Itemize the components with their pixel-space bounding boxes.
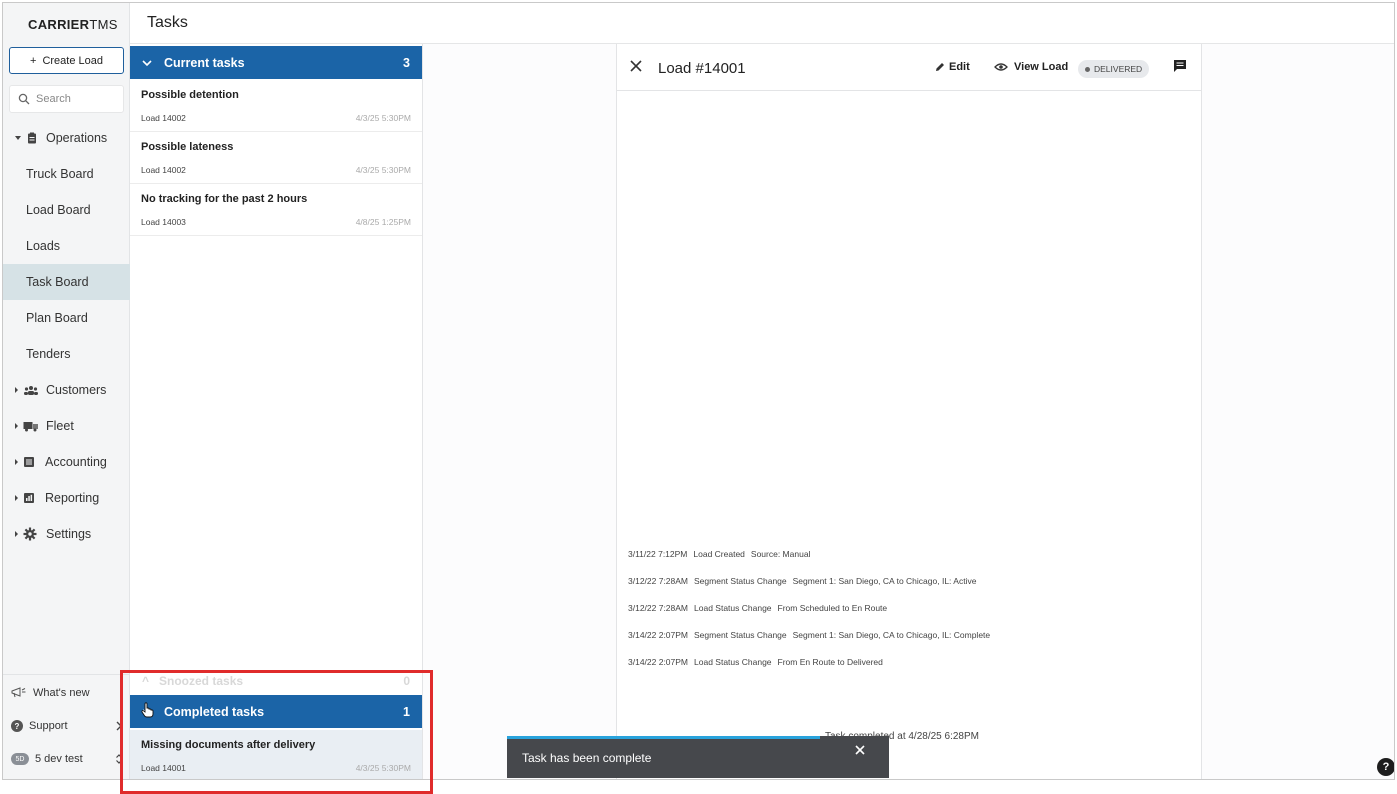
caret-right-icon bbox=[15, 423, 18, 429]
sidebar-divider bbox=[3, 674, 130, 675]
content-background bbox=[1201, 44, 1394, 779]
load-detail-panel: Load #14001 Edit View Load DELIVERED 3/1… bbox=[616, 44, 1202, 779]
history-row: 3/12/22 7:28AM Segment Status Change Segme… bbox=[628, 576, 977, 586]
sidebar-group-customers[interactable]: Customers bbox=[3, 372, 130, 408]
task-item[interactable]: No tracking for the past 2 hours Load 14… bbox=[130, 184, 422, 236]
task-item[interactable]: Possible lateness Load 14002 4/3/25 5:30… bbox=[130, 132, 422, 184]
status-badge: DELIVERED bbox=[1078, 60, 1150, 78]
help-circle-icon: ? bbox=[11, 720, 23, 732]
sidebar-item-plan-board[interactable]: Plan Board bbox=[3, 300, 130, 336]
caret-right-icon bbox=[15, 531, 18, 537]
comment-icon[interactable] bbox=[1172, 58, 1188, 74]
sidebar-item-load-board[interactable]: Load Board bbox=[3, 192, 130, 228]
app-window: CARRIERTMS + Create Load Search Operatio… bbox=[2, 2, 1395, 780]
load-title: Load #14001 bbox=[658, 60, 746, 77]
search-input[interactable]: Search bbox=[9, 85, 124, 113]
plus-icon: + bbox=[30, 54, 37, 67]
content-background bbox=[423, 44, 616, 779]
status-dot-icon bbox=[1085, 66, 1090, 72]
toast-notification: Task has been complete bbox=[507, 736, 889, 778]
toast-progress-bar bbox=[507, 736, 821, 739]
sidebar-group-accounting[interactable]: Accounting bbox=[3, 444, 130, 480]
logo: CARRIERTMS bbox=[28, 17, 118, 32]
chevron-right-icon bbox=[116, 721, 122, 731]
snoozed-tasks-header[interactable]: ^ Snoozed tasks 0 bbox=[130, 670, 422, 692]
sidebar-group-settings[interactable]: Settings bbox=[3, 516, 130, 552]
hand-cursor-icon bbox=[141, 702, 154, 718]
toast-message: Task has been complete bbox=[522, 751, 652, 765]
completed-task-item[interactable]: Missing documents after delivery Load 14… bbox=[130, 730, 422, 779]
user-menu[interactable]: 5D 5 dev test bbox=[11, 748, 123, 770]
help-button[interactable]: ? bbox=[1377, 758, 1394, 776]
caret-right-icon bbox=[15, 387, 18, 393]
ledger-icon bbox=[24, 457, 34, 467]
caret-right-icon bbox=[15, 495, 18, 501]
megaphone-icon bbox=[11, 687, 26, 698]
current-tasks-header[interactable]: Current tasks 3 bbox=[130, 46, 422, 79]
task-item[interactable]: Possible detention Load 14002 4/3/25 5:3… bbox=[130, 80, 422, 132]
caret-down-icon bbox=[15, 136, 21, 140]
sidebar-group-fleet[interactable]: Fleet bbox=[3, 408, 130, 444]
chevron-down-icon bbox=[142, 59, 152, 66]
sidebar-item-task-board[interactable]: Task Board bbox=[3, 264, 130, 300]
chevron-updown-icon bbox=[116, 754, 122, 764]
create-load-button[interactable]: + Create Load bbox=[9, 47, 124, 74]
sidebar-item-truck-board[interactable]: Truck Board bbox=[3, 156, 130, 192]
chevron-up-icon: ^ bbox=[142, 674, 150, 688]
truck-icon bbox=[23, 422, 38, 432]
eye-icon bbox=[994, 63, 1008, 71]
history-row: 3/11/22 7:12PM Load Created Source: Manual bbox=[628, 549, 811, 559]
sidebar-group-reporting[interactable]: Reporting bbox=[3, 480, 130, 516]
sidebar-group-operations[interactable]: Operations bbox=[3, 120, 130, 156]
completed-tasks-count: 1 bbox=[403, 704, 410, 719]
search-icon bbox=[18, 93, 30, 105]
history-row: 3/14/22 2:07PM Segment Status Change Segme… bbox=[628, 630, 991, 640]
history-row: 3/12/22 7:28AM Load Status Change From Sch… bbox=[628, 603, 888, 613]
history-row: 3/14/22 2:07PM Load Status Change From En … bbox=[628, 657, 883, 667]
customers-icon bbox=[24, 386, 38, 395]
completed-tasks-header[interactable]: Completed tasks 1 bbox=[130, 695, 422, 728]
clipboard-icon bbox=[28, 132, 36, 144]
avatar: 5D bbox=[11, 753, 29, 765]
pencil-icon bbox=[936, 63, 944, 71]
view-load-button[interactable]: View Load bbox=[994, 61, 1068, 73]
page-title: Tasks bbox=[147, 14, 188, 31]
sidebar-item-loads[interactable]: Loads bbox=[3, 228, 130, 264]
tasks-column: Current tasks 3 Possible detention Load … bbox=[130, 44, 423, 779]
whats-new-link[interactable]: What's new bbox=[11, 682, 123, 704]
close-icon[interactable] bbox=[628, 58, 644, 74]
support-link[interactable]: ? Support bbox=[11, 715, 123, 737]
top-bar: Tasks bbox=[130, 3, 1394, 44]
current-tasks-count: 3 bbox=[403, 55, 410, 70]
sidebar: CARRIERTMS + Create Load Search Operatio… bbox=[3, 3, 130, 779]
close-icon[interactable] bbox=[853, 743, 867, 757]
load-detail-header: Load #14001 Edit View Load DELIVERED bbox=[617, 44, 1202, 91]
edit-button[interactable]: Edit bbox=[935, 61, 970, 73]
caret-right-icon bbox=[15, 459, 18, 465]
sidebar-item-tenders[interactable]: Tenders bbox=[3, 336, 130, 372]
gear-icon bbox=[23, 527, 37, 541]
chart-icon bbox=[24, 493, 34, 503]
